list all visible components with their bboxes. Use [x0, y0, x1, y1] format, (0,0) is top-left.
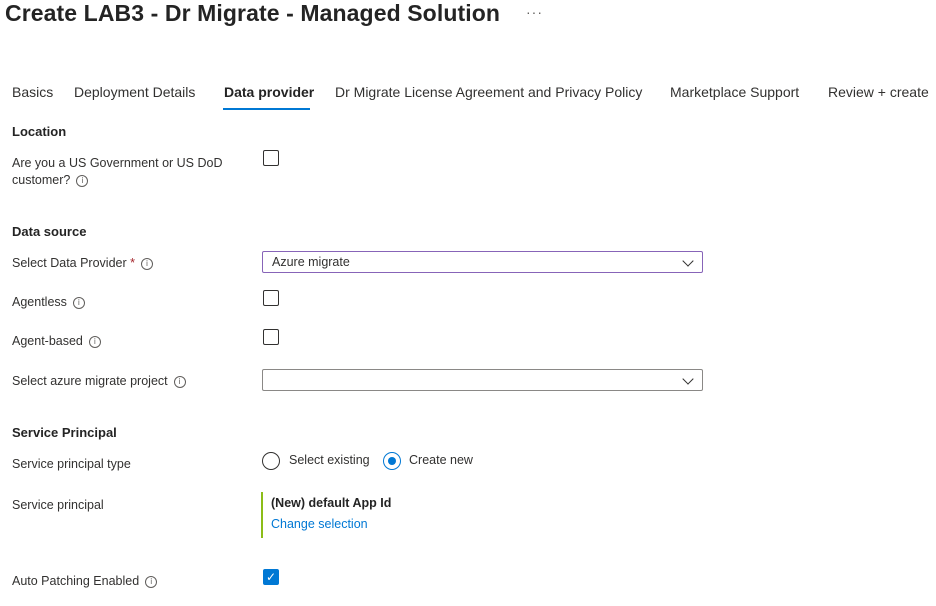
radio-create-new-label[interactable]: Create new	[409, 453, 473, 467]
change-selection-link[interactable]: Change selection	[271, 517, 368, 531]
migrate-project-label: Select azure migrate project i	[12, 373, 186, 390]
radio-create-new[interactable]	[383, 452, 401, 470]
tab-basics[interactable]: Basics	[12, 84, 53, 100]
agentless-checkbox[interactable]	[263, 290, 279, 306]
info-icon[interactable]: i	[145, 575, 158, 588]
info-icon[interactable]: i	[173, 375, 186, 388]
more-options-icon[interactable]: ···	[526, 4, 543, 20]
migrate-project-text: Select azure migrate project	[12, 374, 168, 388]
radio-select-existing-label[interactable]: Select existing	[289, 453, 370, 467]
sp-type-label: Service principal type	[12, 457, 131, 471]
auto-patching-label: Auto Patching Enabled i	[12, 573, 158, 590]
required-marker: *	[130, 256, 135, 270]
agent-based-checkbox[interactable]	[263, 329, 279, 345]
info-icon[interactable]: i	[72, 296, 85, 309]
tab-license-agreement[interactable]: Dr Migrate License Agreement and Privacy…	[335, 84, 642, 100]
page-title: Create LAB3 - Dr Migrate - Managed Solut…	[5, 0, 501, 26]
select-data-provider-label: Select Data Provider * i	[12, 255, 153, 272]
service-principal-heading: Service Principal	[12, 425, 117, 440]
migrate-project-dropdown[interactable]	[262, 369, 703, 391]
chevron-down-icon	[682, 255, 694, 267]
active-tab-indicator	[223, 108, 310, 110]
radio-select-existing[interactable]	[262, 452, 280, 470]
sp-name: (New) default App Id	[271, 496, 392, 510]
tab-review-create[interactable]: Review + create	[828, 84, 929, 100]
data-source-heading: Data source	[12, 224, 87, 239]
data-provider-dropdown[interactable]: Azure migrate	[262, 251, 703, 273]
checkmark-icon: ✓	[265, 570, 277, 584]
us-gov-label-line1: Are you a US Government or US DoD	[12, 156, 223, 170]
tab-deployment-details[interactable]: Deployment Details	[74, 84, 195, 100]
chevron-down-icon	[682, 373, 694, 385]
info-icon[interactable]: i	[88, 335, 101, 348]
agentless-text: Agentless	[12, 295, 67, 309]
us-gov-label-line2: customer?	[12, 173, 71, 187]
auto-patching-text: Auto Patching Enabled	[12, 574, 140, 588]
agentless-label: Agentless i	[12, 294, 85, 311]
agent-based-label: Agent-based i	[12, 333, 101, 350]
tab-data-provider[interactable]: Data provider	[224, 84, 314, 100]
us-gov-label: Are you a US Government or US DoD custom…	[12, 155, 223, 189]
location-heading: Location	[12, 124, 67, 139]
sp-accent-bar	[261, 492, 263, 538]
tab-marketplace-support[interactable]: Marketplace Support	[670, 84, 799, 100]
us-gov-checkbox[interactable]	[263, 150, 279, 166]
select-data-provider-text: Select Data Provider	[12, 256, 127, 270]
auto-patching-checkbox[interactable]: ✓	[263, 569, 279, 585]
info-icon[interactable]: i	[76, 174, 89, 187]
info-icon[interactable]: i	[141, 257, 153, 270]
agent-based-text: Agent-based	[12, 334, 83, 348]
data-provider-value: Azure migrate	[272, 255, 350, 269]
sp-label: Service principal	[12, 498, 104, 512]
